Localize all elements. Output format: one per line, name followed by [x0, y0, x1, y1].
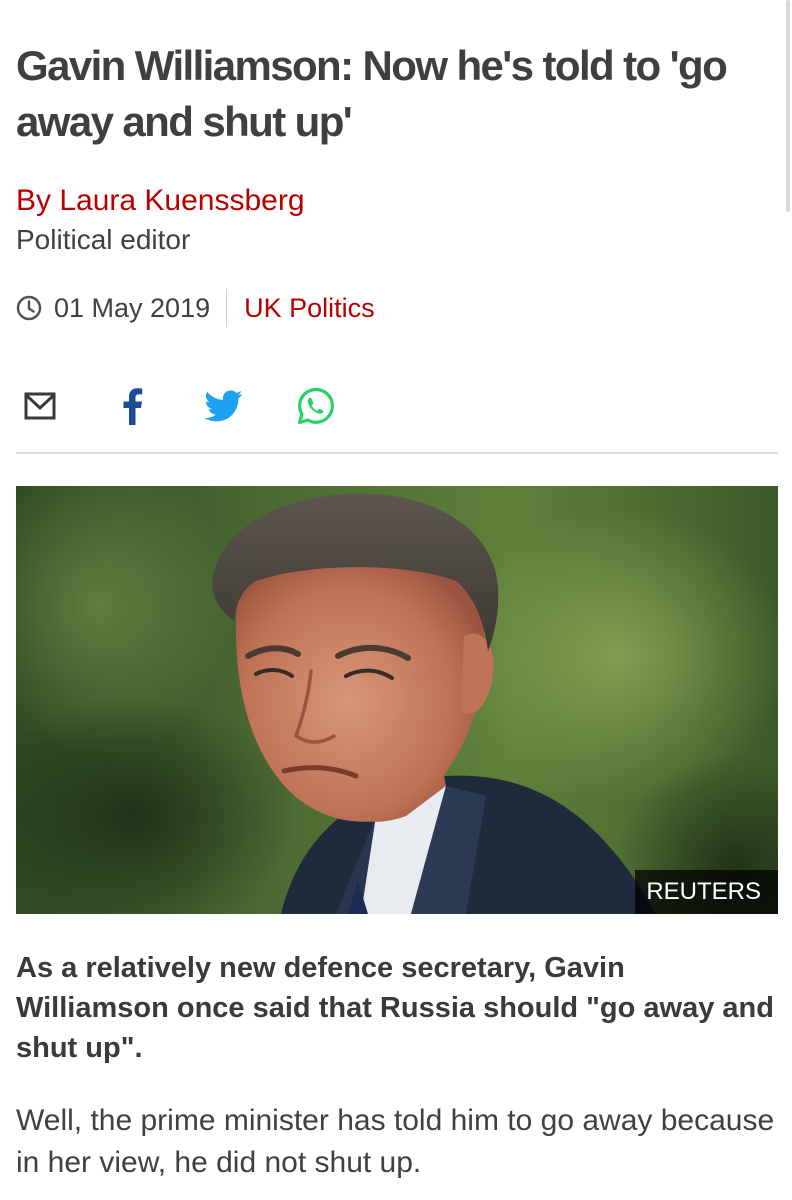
publish-date: 01 May 2019 — [54, 292, 211, 323]
section-link[interactable]: UK Politics — [244, 293, 375, 324]
facebook-icon[interactable] — [108, 382, 156, 430]
article-body-paragraph: Well, the prime minister has told him to… — [16, 1104, 775, 1179]
author-role: Political editor — [16, 224, 191, 255]
whatsapp-icon[interactable] — [292, 382, 340, 430]
image-credit: REUTERS — [635, 870, 778, 914]
author-name[interactable]: By Laura Kuenssberg — [16, 180, 305, 222]
article-intro: As a relatively new defence secretary, G… — [16, 952, 774, 1064]
meta-divider — [226, 289, 228, 327]
page-scrollbar[interactable] — [786, 0, 790, 212]
email-icon[interactable] — [16, 382, 64, 430]
share-tools — [16, 382, 384, 430]
article-meta: 01 May 2019 UK Politics — [16, 288, 375, 328]
article-headline: Gavin Williamson: Now he's told to 'go a… — [16, 42, 728, 145]
section-divider — [16, 452, 778, 454]
clock-icon — [16, 295, 42, 321]
twitter-icon[interactable] — [200, 382, 248, 430]
byline: By Laura Kuenssberg Political editor — [16, 180, 305, 258]
article-photo: REUTERS — [16, 486, 778, 914]
